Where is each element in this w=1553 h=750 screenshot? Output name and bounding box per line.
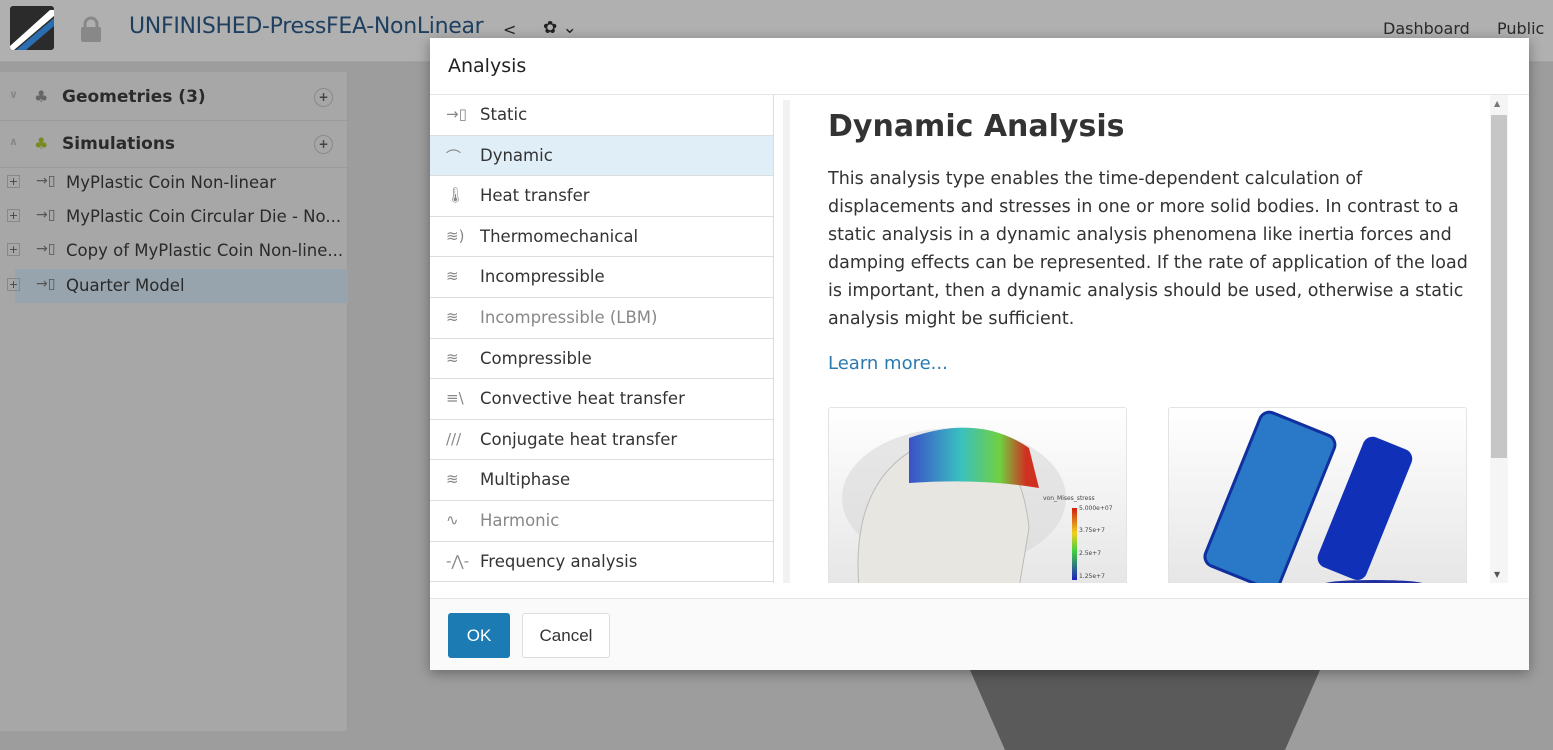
analysis-description: Dynamic Analysis This analysis type enab… (828, 95, 1488, 583)
description-text: This analysis type enables the time-depe… (828, 169, 1468, 329)
ok-button[interactable]: OK (448, 613, 510, 658)
expand-icon[interactable]: + (7, 175, 20, 188)
analysis-type-frequency-analysis[interactable]: -⋀- Frequency analysis (430, 542, 773, 583)
simulations-icon: ♣ (34, 134, 49, 153)
legend-tick: 5.000e+07 (1079, 505, 1113, 512)
list-scrollbar[interactable] (783, 100, 790, 583)
dialog-header: Analysis (430, 38, 1529, 95)
expand-icon[interactable]: + (7, 278, 20, 291)
convective-icon: ≡\ (446, 389, 464, 408)
analysis-type-incompressible[interactable]: ≋ Incompressible (430, 257, 773, 298)
thermometer-icon: 🌡 (446, 186, 466, 205)
static-icon: →▯ (446, 105, 467, 123)
add-simulation-button[interactable]: + (314, 135, 333, 154)
analysis-type-incompressible-lbm[interactable]: ≋ Incompressible (LBM) (430, 298, 773, 339)
legend-title: von_Mises_stress (1043, 495, 1095, 502)
lock-icon (81, 16, 101, 42)
tree-item-simulation[interactable]: + →▯ MyPlastic Coin Circular Die - No... (0, 200, 348, 234)
chevron-down-icon[interactable]: ∨ (9, 88, 18, 101)
flow-icon: ≋ (446, 470, 459, 489)
tree-item-simulation[interactable]: + →▯ MyPlastic Coin Non-linear (0, 166, 348, 200)
geometries-label: Geometries (3) (62, 87, 206, 107)
description-title: Dynamic Analysis (828, 109, 1125, 144)
analysis-type-list: →▯ Static ⌒ Dynamic 🌡 Heat transfer ≋) Therm… (430, 95, 774, 583)
analysis-type-multiphase[interactable]: ≋ Multiphase (430, 460, 773, 501)
phone-drop-image (1168, 407, 1467, 583)
project-title: UNFINISHED-PressFEA-NonLinear (129, 14, 484, 39)
item-label: Compressible (480, 348, 592, 368)
static-sim-icon: →▯ (36, 173, 56, 189)
analysis-dialog: Analysis →▯ Static ⌒ Dynamic 🌡 Heat transfe… (430, 38, 1529, 670)
dynamic-icon: ⌒ (446, 147, 462, 166)
scroll-down-icon[interactable]: ▼ (1494, 570, 1500, 579)
analysis-type-heat-transfer[interactable]: 🌡 Heat transfer (430, 176, 773, 217)
expand-icon[interactable]: + (7, 209, 20, 222)
simulations-label: Simulations (62, 134, 176, 154)
analysis-type-thermomechanical[interactable]: ≋) Thermomechanical (430, 217, 773, 258)
wave-icon: ∿ (446, 510, 459, 529)
flow-icon: ≋ (446, 307, 459, 326)
scrollbar-thumb[interactable] (1491, 115, 1507, 458)
tree-item-simulation[interactable]: + →▯ Copy of MyPlastic Coin Non-line... (0, 234, 348, 268)
static-sim-icon: →▯ (36, 276, 56, 292)
scroll-up-icon[interactable]: ▲ (1494, 99, 1500, 108)
tree-item-label: MyPlastic Coin Circular Die - No... (66, 207, 342, 226)
tree-item-label: Copy of MyPlastic Coin Non-line... (66, 241, 344, 260)
chevron-up-icon[interactable]: ∧ (9, 135, 18, 148)
add-geometry-button[interactable]: + (314, 88, 333, 107)
legend-tick: 1.25e+7 (1079, 573, 1105, 580)
item-label: Heat transfer (480, 186, 590, 206)
item-label: Frequency analysis (480, 551, 638, 571)
item-label: Multiphase (480, 470, 571, 490)
item-label: Convective heat transfer (480, 389, 685, 409)
simulations-section[interactable]: ∧ ♣ Simulations + (0, 121, 348, 168)
analysis-type-static[interactable]: →▯ Static (430, 95, 773, 136)
legend-tick: 2.5e+7 (1079, 550, 1101, 557)
item-label: Static (480, 105, 528, 124)
cancel-button[interactable]: Cancel (522, 613, 610, 658)
analysis-type-dynamic[interactable]: ⌒ Dynamic (430, 135, 773, 177)
frequency-icon: -⋀- (446, 551, 470, 570)
flow-icon: ≋ (446, 348, 459, 367)
dialog-title: Analysis (448, 55, 527, 77)
geometries-icon: ♣ (34, 87, 49, 106)
nav-dashboard[interactable]: Dashboard (1383, 19, 1470, 38)
item-label: Incompressible (480, 267, 605, 287)
thermomechanical-icon: ≋) (446, 226, 465, 245)
static-sim-icon: →▯ (36, 241, 56, 257)
analysis-type-compressible[interactable]: ≋ Compressible (430, 339, 773, 380)
item-label: Harmonic (480, 510, 560, 530)
tree-item-label: MyPlastic Coin Non-linear (66, 173, 277, 192)
learn-more-link[interactable]: Learn more... (828, 353, 948, 374)
tree-item-label: Quarter Model (66, 276, 185, 295)
item-label: Thermomechanical (480, 226, 639, 246)
analysis-type-harmonic[interactable]: ∿ Harmonic (430, 501, 773, 542)
model-viewport-shape (970, 670, 1320, 750)
sidebar: ∨ ♣ Geometries (3) + ∧ ♣ Simulations + +… (0, 72, 348, 731)
head-impact-image: von_Mises_stress 5.000e+07 3.75e+7 2.5e+… (828, 407, 1127, 583)
item-label: Dynamic (480, 145, 553, 165)
item-label: Conjugate heat transfer (480, 429, 678, 449)
tree-item-simulation-selected[interactable]: + →▯ Quarter Model (7, 269, 348, 303)
analysis-type-convective-heat-transfer[interactable]: ≡\ Convective heat transfer (430, 379, 773, 420)
legend-tick: 3.75e+7 (1079, 527, 1105, 534)
conjugate-icon: /// (446, 429, 462, 448)
settings-gear-icon[interactable]: ✿ ⌄ (543, 18, 577, 38)
app-logo[interactable] (10, 6, 54, 50)
flow-icon: ≋ (446, 267, 459, 286)
analysis-type-conjugate-heat-transfer[interactable]: /// Conjugate heat transfer (430, 420, 773, 461)
static-sim-icon: →▯ (36, 207, 56, 223)
geometries-section[interactable]: ∨ ♣ Geometries (3) + (0, 74, 348, 121)
share-icon[interactable]: < (503, 20, 516, 39)
expand-icon[interactable]: + (7, 243, 20, 256)
item-label: Incompressible (LBM) (480, 307, 658, 327)
description-scrollbar[interactable]: ▲ ▼ (1490, 95, 1508, 583)
dialog-footer: OK Cancel (430, 598, 1529, 670)
